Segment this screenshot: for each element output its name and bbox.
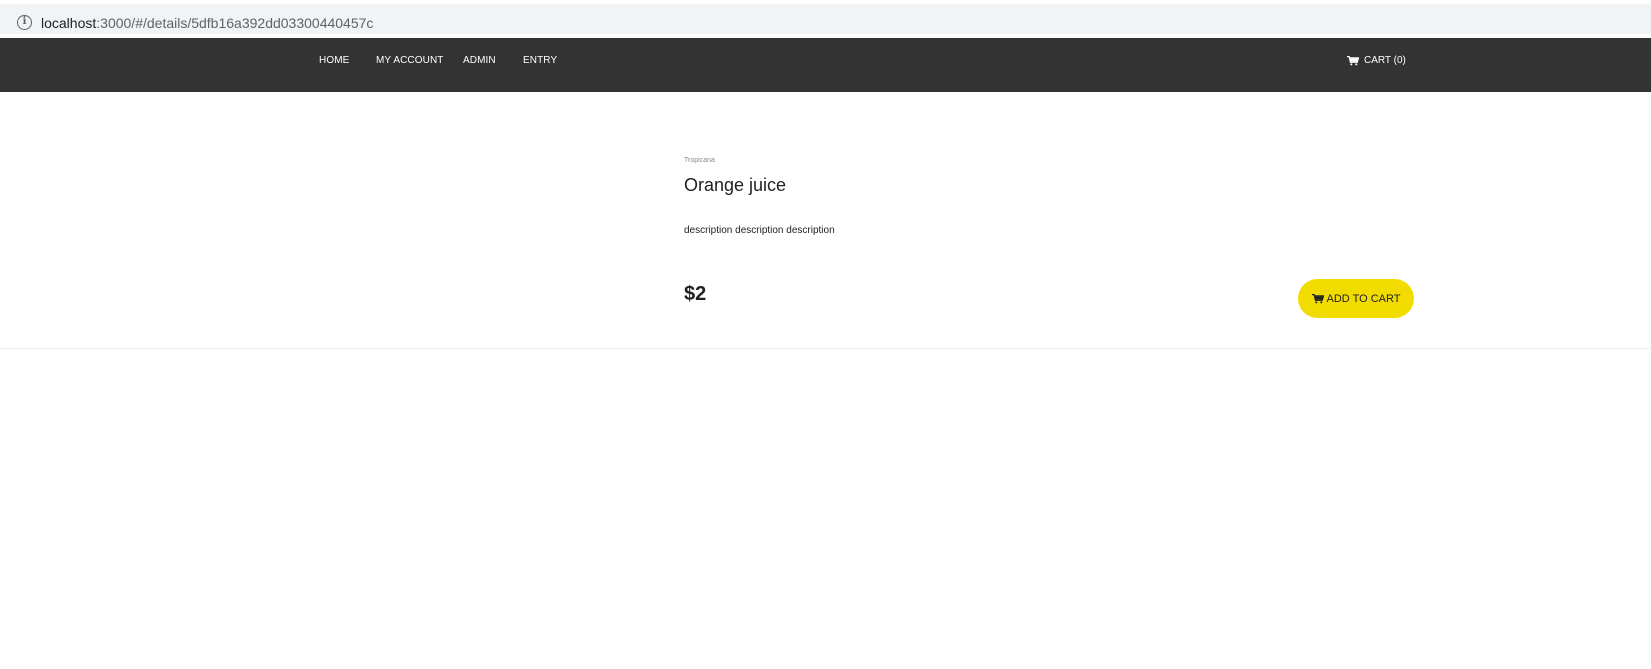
nav-cart[interactable]: CART (0) bbox=[1347, 54, 1406, 68]
cart-icon bbox=[1311, 293, 1324, 303]
nav-entry[interactable]: ENTRY bbox=[523, 55, 557, 67]
site-navbar: HOME MY ACCOUNT ADMIN ENTRY CART (0) bbox=[0, 38, 1651, 92]
url-text[interactable]: localhost:3000/#/details/5dfb16a392dd033… bbox=[41, 15, 373, 31]
url-host: localhost bbox=[41, 15, 97, 31]
product-price: $2 bbox=[684, 283, 707, 305]
add-to-cart-label: ADD TO CART bbox=[1326, 292, 1401, 305]
url-path: :3000/#/details/5dfb16a392dd03300440457c bbox=[96, 15, 374, 31]
url-field[interactable]: i localhost:3000/#/details/5dfb16a392dd0… bbox=[0, 4, 1651, 34]
product-description: description description description bbox=[684, 225, 835, 236]
cart-icon bbox=[1347, 56, 1359, 66]
nav-my-account[interactable]: MY ACCOUNT bbox=[376, 55, 444, 67]
product-details: Tropicana Orange juice description descr… bbox=[0, 92, 1651, 349]
nav-admin[interactable]: ADMIN bbox=[463, 55, 496, 67]
add-to-cart-button[interactable]: ADD TO CART bbox=[1298, 279, 1414, 318]
product-brand: Tropicana bbox=[684, 157, 715, 164]
product-title: Orange juice bbox=[684, 175, 787, 195]
cart-label: CART (0) bbox=[1364, 55, 1406, 66]
info-icon[interactable]: i bbox=[17, 15, 32, 30]
nav-home[interactable]: HOME bbox=[319, 55, 349, 67]
browser-address-bar: i localhost:3000/#/details/5dfb16a392dd0… bbox=[0, 0, 1651, 37]
